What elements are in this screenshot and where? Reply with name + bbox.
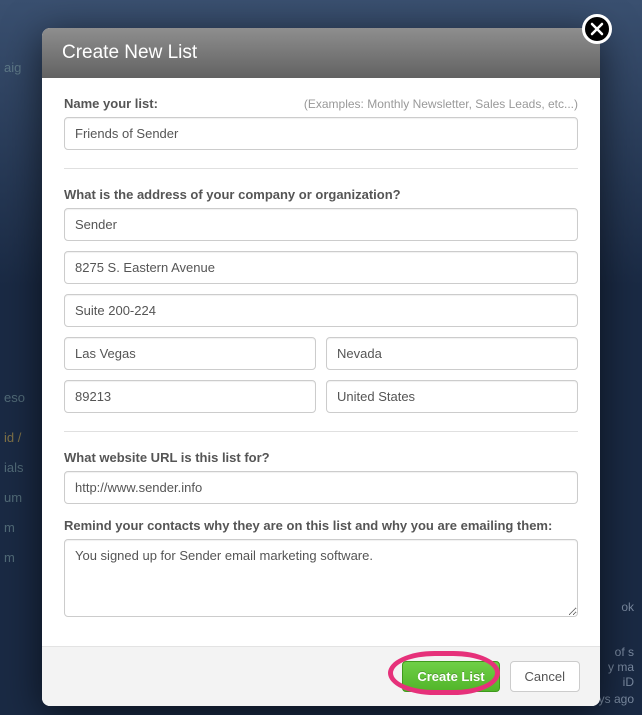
divider bbox=[64, 168, 578, 169]
address2-input[interactable] bbox=[64, 294, 578, 327]
state-input[interactable] bbox=[326, 337, 578, 370]
address-label: What is the address of your company or o… bbox=[64, 187, 401, 202]
close-icon bbox=[590, 22, 604, 36]
website-url-input[interactable] bbox=[64, 471, 578, 504]
reminder-textarea[interactable] bbox=[64, 539, 578, 617]
list-name-input[interactable] bbox=[64, 117, 578, 150]
name-hint: (Examples: Monthly Newsletter, Sales Lea… bbox=[304, 97, 578, 111]
modal-footer: Create List Cancel bbox=[42, 646, 600, 706]
name-label: Name your list: bbox=[64, 96, 158, 111]
url-label: What website URL is this list for? bbox=[64, 450, 270, 465]
cancel-button[interactable]: Cancel bbox=[510, 661, 580, 692]
city-input[interactable] bbox=[64, 337, 316, 370]
zip-input[interactable] bbox=[64, 380, 316, 413]
create-list-modal: Create New List Name your list: (Example… bbox=[42, 28, 600, 706]
address1-input[interactable] bbox=[64, 251, 578, 284]
remind-label: Remind your contacts why they are on thi… bbox=[64, 518, 552, 533]
create-list-button[interactable]: Create List bbox=[402, 661, 499, 692]
modal-body: Name your list: (Examples: Monthly Newsl… bbox=[42, 78, 600, 646]
modal-title: Create New List bbox=[42, 28, 600, 78]
divider bbox=[64, 431, 578, 432]
country-input[interactable] bbox=[326, 380, 578, 413]
company-input[interactable] bbox=[64, 208, 578, 241]
close-button[interactable] bbox=[582, 14, 612, 44]
